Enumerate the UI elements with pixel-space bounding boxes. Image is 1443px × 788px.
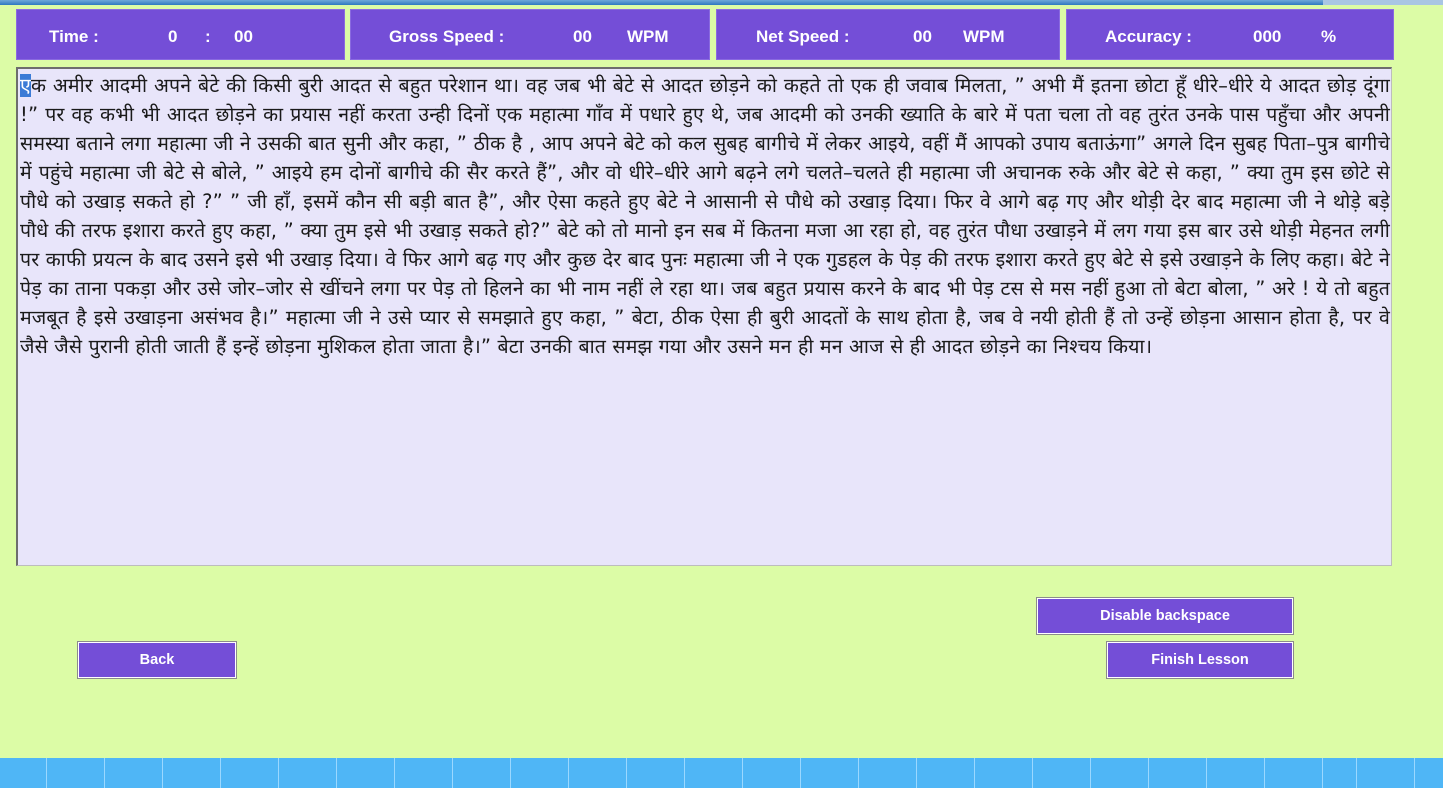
window-top-border (0, 0, 1443, 5)
back-button[interactable]: Back (77, 641, 237, 679)
time-separator: : (205, 27, 211, 46)
net-speed-value: 00 (913, 27, 932, 46)
gross-speed-unit: WPM (627, 27, 669, 46)
accuracy-panel: Accuracy : 000 % (1066, 9, 1394, 60)
gross-speed-value: 00 (573, 27, 592, 46)
disable-backspace-button[interactable]: Disable backspace (1036, 597, 1294, 635)
accuracy-unit: % (1321, 27, 1337, 46)
lesson-text-remaining: क अमीर आदमी अपने बेटे की किसी बुरी आदत स… (20, 74, 1390, 358)
net-speed-label: Net Speed : (756, 27, 850, 46)
lesson-text-area[interactable]: एक अमीर आदमी अपने बेटे की किसी बुरी आदत … (16, 67, 1392, 566)
finish-lesson-button[interactable]: Finish Lesson (1106, 641, 1294, 679)
taskbar (0, 758, 1443, 788)
time-label: Time : (49, 27, 99, 46)
accuracy-value: 000 (1253, 27, 1282, 46)
accuracy-label: Accuracy : (1105, 27, 1192, 46)
net-speed-unit: WPM (963, 27, 1005, 46)
time-seconds: 00 (234, 27, 253, 46)
lesson-text: एक अमीर आदमी अपने बेटे की किसी बुरी आदत … (20, 71, 1390, 361)
gross-speed-panel: Gross Speed : 00 WPM (350, 9, 710, 60)
current-character-highlight: ए (20, 74, 31, 97)
time-panel: Time : 0 : 00 (16, 9, 345, 60)
gross-speed-label: Gross Speed : (389, 27, 505, 46)
net-speed-panel: Net Speed : 00 WPM (716, 9, 1060, 60)
time-minutes: 0 (168, 27, 178, 46)
